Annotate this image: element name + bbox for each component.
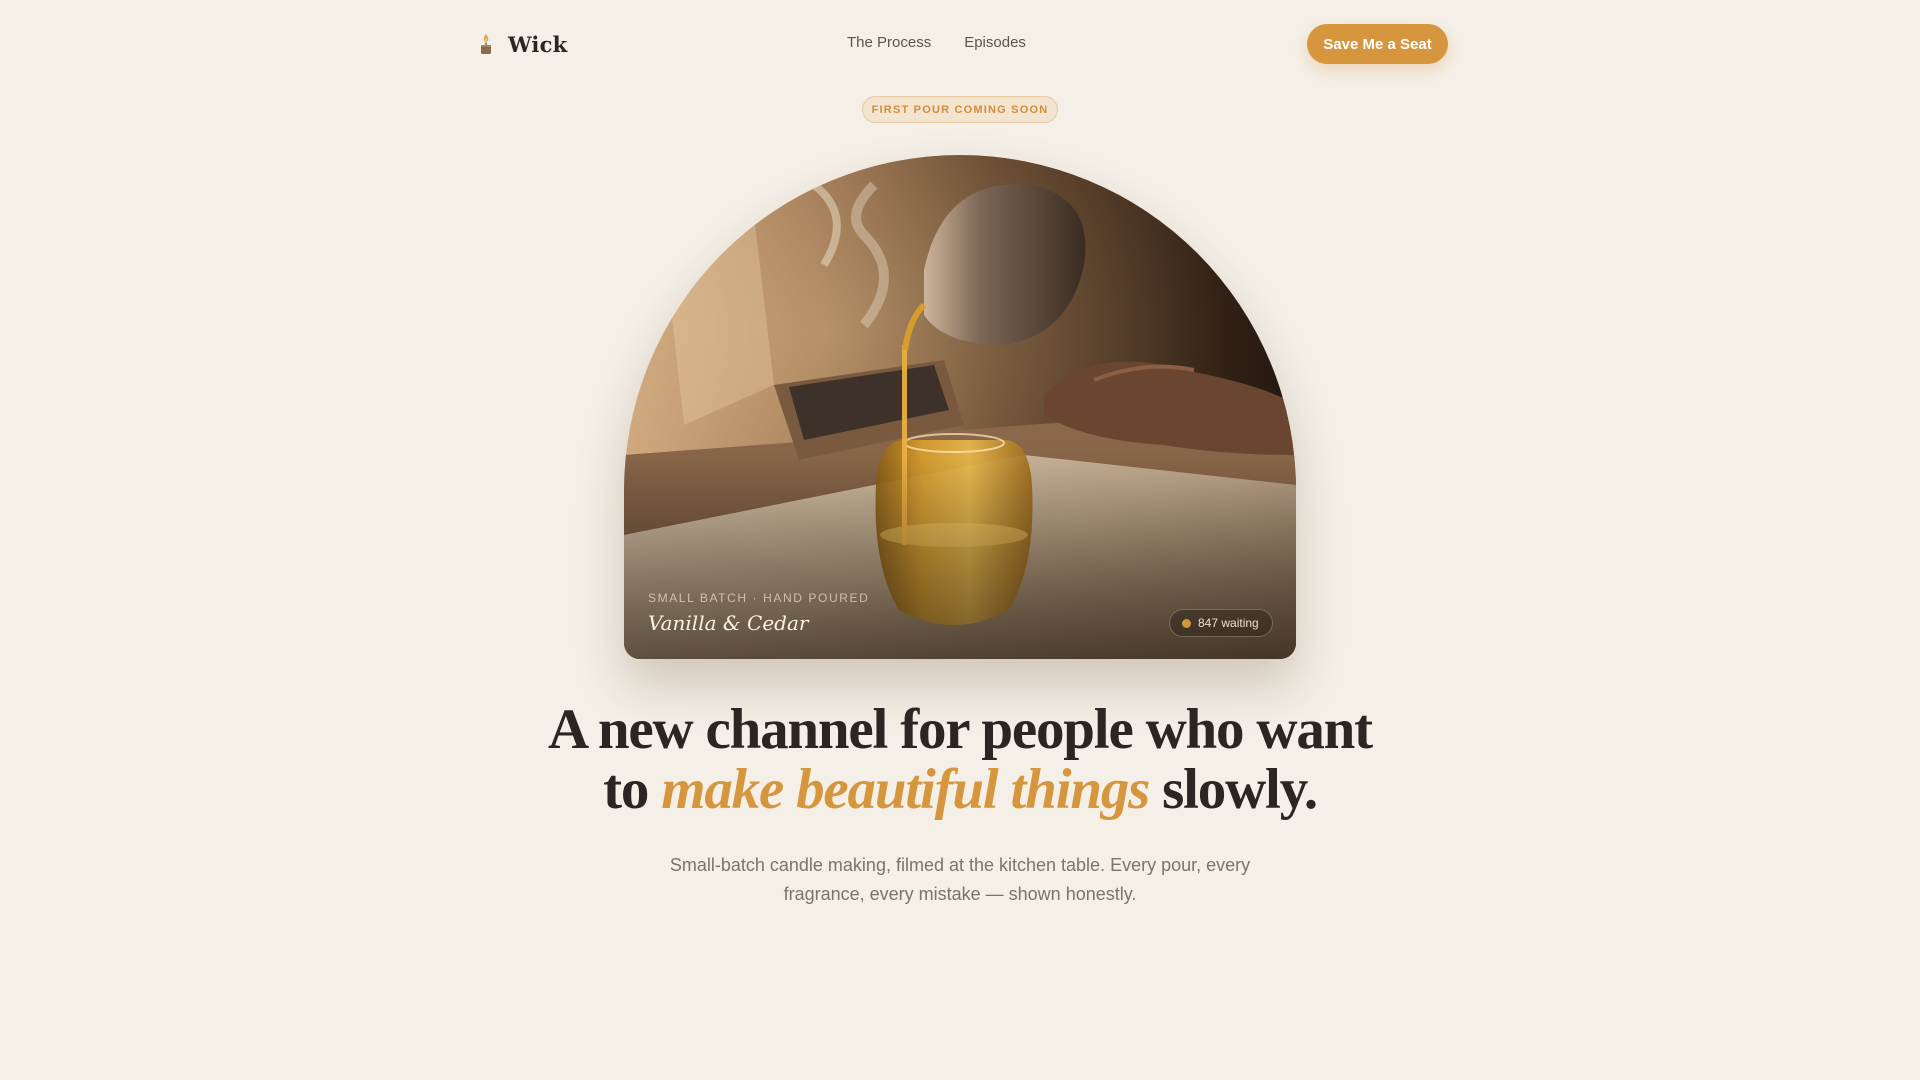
hero-subtitle: SMALL BATCH · HAND POURED <box>648 591 870 605</box>
nav-link-episodes[interactable]: Episodes <box>964 34 1026 51</box>
headline-line-2-post: slowly. <box>1149 758 1318 821</box>
hero-title: Vanilla & Cedar <box>648 611 809 635</box>
coming-soon-badge: FIRST POUR COMING SOON <box>862 96 1058 123</box>
nav-links: The Process Episodes <box>847 34 1026 51</box>
hero-image: SMALL BATCH · HAND POURED Vanilla & Ceda… <box>624 155 1296 659</box>
headline-line-1: A new channel for people who want <box>548 698 1373 761</box>
page-headline: A new channel for people who want to mak… <box>0 700 1920 820</box>
waiting-count: 847 waiting <box>1198 616 1259 630</box>
candle-icon <box>481 34 491 54</box>
brand-name: Wick <box>508 31 568 57</box>
headline-line-2-pre: to <box>603 758 662 821</box>
waiting-count-pill: 847 waiting <box>1169 609 1273 637</box>
hero-description: Small-batch candle making, filmed at the… <box>669 855 1251 904</box>
save-seat-button[interactable]: Save Me a Seat <box>1307 24 1448 64</box>
nav-link-the-process[interactable]: The Process <box>847 34 931 51</box>
candle-pouring-illustration <box>624 155 1296 659</box>
brand-logo[interactable]: Wick <box>476 28 567 60</box>
status-dot-icon <box>1182 618 1191 628</box>
headline-accent: make beautiful things <box>661 758 1150 821</box>
top-nav: Wick The Process Episodes Save Me a Seat <box>0 0 1920 88</box>
